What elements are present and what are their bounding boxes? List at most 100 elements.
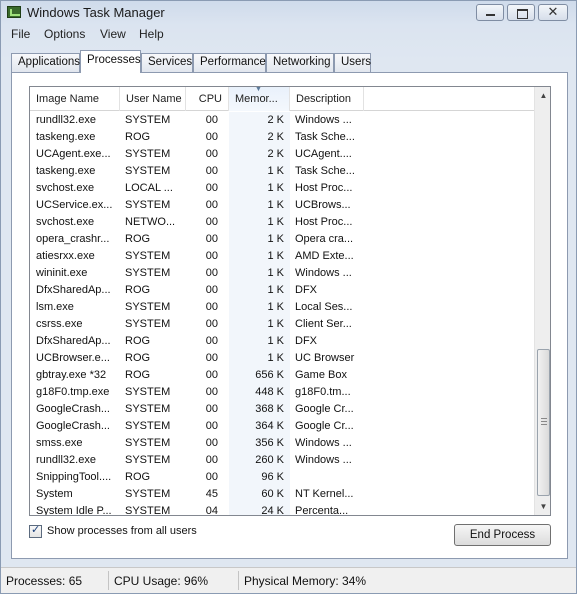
scroll-up-icon[interactable]: ▲ [535,87,550,104]
process-memory: 448 K [255,386,284,398]
process-description: Opera cra... [295,233,354,245]
menu-file[interactable]: File [11,27,30,41]
column-user-name[interactable]: User Name [120,87,186,111]
process-image-name: SnippingTool.... [36,471,112,483]
process-description: Google Cr... [295,420,354,432]
process-memory: 1 K [267,165,284,177]
column-image-name[interactable]: Image Name [30,87,120,111]
scroll-down-icon[interactable]: ▼ [535,498,550,515]
process-user-name: LOCAL ... [125,182,173,194]
process-cpu: 00 [205,420,218,432]
process-user-name: SYSTEM [125,488,171,500]
column-memory-label: Memor... [235,93,278,105]
process-cpu: 00 [205,165,218,177]
table-row[interactable]: GoogleCrash... SYSTEM 00 368 K Google Cr... [30,401,534,418]
table-row[interactable]: System SYSTEM 45 60 K NT Kernel... [30,486,534,503]
table-row[interactable]: smss.exe SYSTEM 00 356 K Windows ... [30,435,534,452]
process-description: UC Browser [295,352,355,364]
process-user-name: ROG [125,352,151,364]
table-row[interactable]: opera_crashr... ROG 00 1 K Opera cra... [30,231,534,248]
process-image-name: csrss.exe [36,318,83,330]
scroll-thumb[interactable] [537,349,550,496]
table-row[interactable]: System Idle P... SYSTEM 04 24 K Percenta... [30,503,534,516]
process-description [295,469,363,486]
process-user-name: SYSTEM [125,386,171,398]
table-row[interactable]: csrss.exe SYSTEM 00 1 K Client Ser... [30,316,534,333]
table-row[interactable]: gbtray.exe *32 ROG 00 656 K Game Box [30,367,534,384]
table-row[interactable]: lsm.exe SYSTEM 00 1 K Local Ses... [30,299,534,316]
table-row[interactable]: DfxSharedAp... ROG 00 1 K DFX [30,333,534,350]
close-icon: ✕ [547,4,559,19]
table-row[interactable]: svchost.exe NETWO... 00 1 K Host Proc... [30,214,534,231]
process-memory: 1 K [267,301,284,313]
tab-performance[interactable]: Performance [193,53,266,72]
process-memory: 1 K [267,216,284,228]
process-image-name: lsm.exe [36,301,74,313]
menu-options[interactable]: Options [44,27,85,41]
table-row[interactable]: UCService.ex... SYSTEM 00 1 K UCBrows... [30,197,534,214]
process-user-name: SYSTEM [125,148,171,160]
sort-descending-icon: ▼ [255,87,262,93]
process-description: Task Sche... [295,131,355,143]
process-user-name: SYSTEM [125,420,171,432]
menu-help[interactable]: Help [139,27,164,41]
close-button[interactable]: ✕ [538,4,568,21]
table-row[interactable]: rundll32.exe SYSTEM 00 260 K Windows ... [30,452,534,469]
process-cpu: 00 [205,182,218,194]
process-description: Percenta... [295,505,349,516]
table-row[interactable]: UCBrowser.e... ROG 00 1 K UC Browser [30,350,534,367]
show-all-users-label[interactable]: Show processes from all users [47,525,197,537]
process-description: Windows ... [295,437,352,449]
table-row[interactable]: wininit.exe SYSTEM 00 1 K Windows ... [30,265,534,282]
process-description: Task Sche... [295,165,355,177]
table-row[interactable]: svchost.exe LOCAL ... 00 1 K Host Proc... [30,180,534,197]
tab-services[interactable]: Services [141,53,193,72]
process-image-name: svchost.exe [36,216,95,228]
minimize-button[interactable] [476,4,504,21]
column-cpu[interactable]: CPU [186,87,229,111]
process-user-name: SYSTEM [125,250,171,262]
table-row[interactable]: DfxSharedAp... ROG 00 1 K DFX [30,282,534,299]
menu-view[interactable]: View [100,27,126,41]
process-memory: 364 K [255,420,284,432]
process-image-name: System [36,488,73,500]
process-cpu: 00 [205,403,218,415]
process-user-name: SYSTEM [125,403,171,415]
process-user-name: SYSTEM [125,437,171,449]
table-row[interactable]: GoogleCrash... SYSTEM 00 364 K Google Cr... [30,418,534,435]
vertical-scrollbar[interactable]: ▲ ▼ [534,87,550,515]
process-cpu: 00 [205,148,218,160]
process-image-name: UCService.ex... [36,199,113,211]
process-list[interactable]: Image Name User Name CPU ▼ Memor... Desc… [29,86,551,516]
table-row[interactable]: rundll32.exe SYSTEM 00 2 K Windows ... [30,112,534,129]
column-description[interactable]: Description [290,87,364,111]
process-memory: 2 K [267,148,284,160]
process-memory: 356 K [255,437,284,449]
process-cpu: 00 [205,199,218,211]
maximize-button[interactable] [507,4,535,21]
end-process-button[interactable]: End Process [454,524,551,546]
process-cpu: 00 [205,131,218,143]
process-cpu: 00 [205,114,218,126]
tab-processes[interactable]: Processes [80,50,141,73]
process-image-name: opera_crashr... [36,233,110,245]
table-row[interactable]: SnippingTool.... ROG 00 96 K [30,469,534,486]
column-memory[interactable]: ▼ Memor... [229,87,290,111]
process-image-name: GoogleCrash... [36,420,110,432]
table-row[interactable]: atiesrxx.exe SYSTEM 00 1 K AMD Exte... [30,248,534,265]
table-row[interactable]: g18F0.tmp.exe SYSTEM 00 448 K g18F0.tm... [30,384,534,401]
title-bar[interactable]: Windows Task Manager ✕ [1,1,576,25]
tab-networking[interactable]: Networking [266,53,334,72]
process-description: UCAgent.... [295,148,352,160]
show-all-users-checkbox[interactable]: ✓ [29,524,42,538]
tab-applications[interactable]: Applications [11,53,80,72]
table-row[interactable]: taskeng.exe SYSTEM 00 1 K Task Sche... [30,163,534,180]
process-memory: 1 K [267,199,284,211]
table-row[interactable]: UCAgent.exe... SYSTEM 00 2 K UCAgent.... [30,146,534,163]
process-cpu: 00 [205,284,218,296]
table-row[interactable]: taskeng.exe ROG 00 2 K Task Sche... [30,129,534,146]
process-memory: 1 K [267,182,284,194]
process-image-name: atiesrxx.exe [36,250,95,262]
tab-users[interactable]: Users [334,53,371,72]
process-description: DFX [295,335,317,347]
